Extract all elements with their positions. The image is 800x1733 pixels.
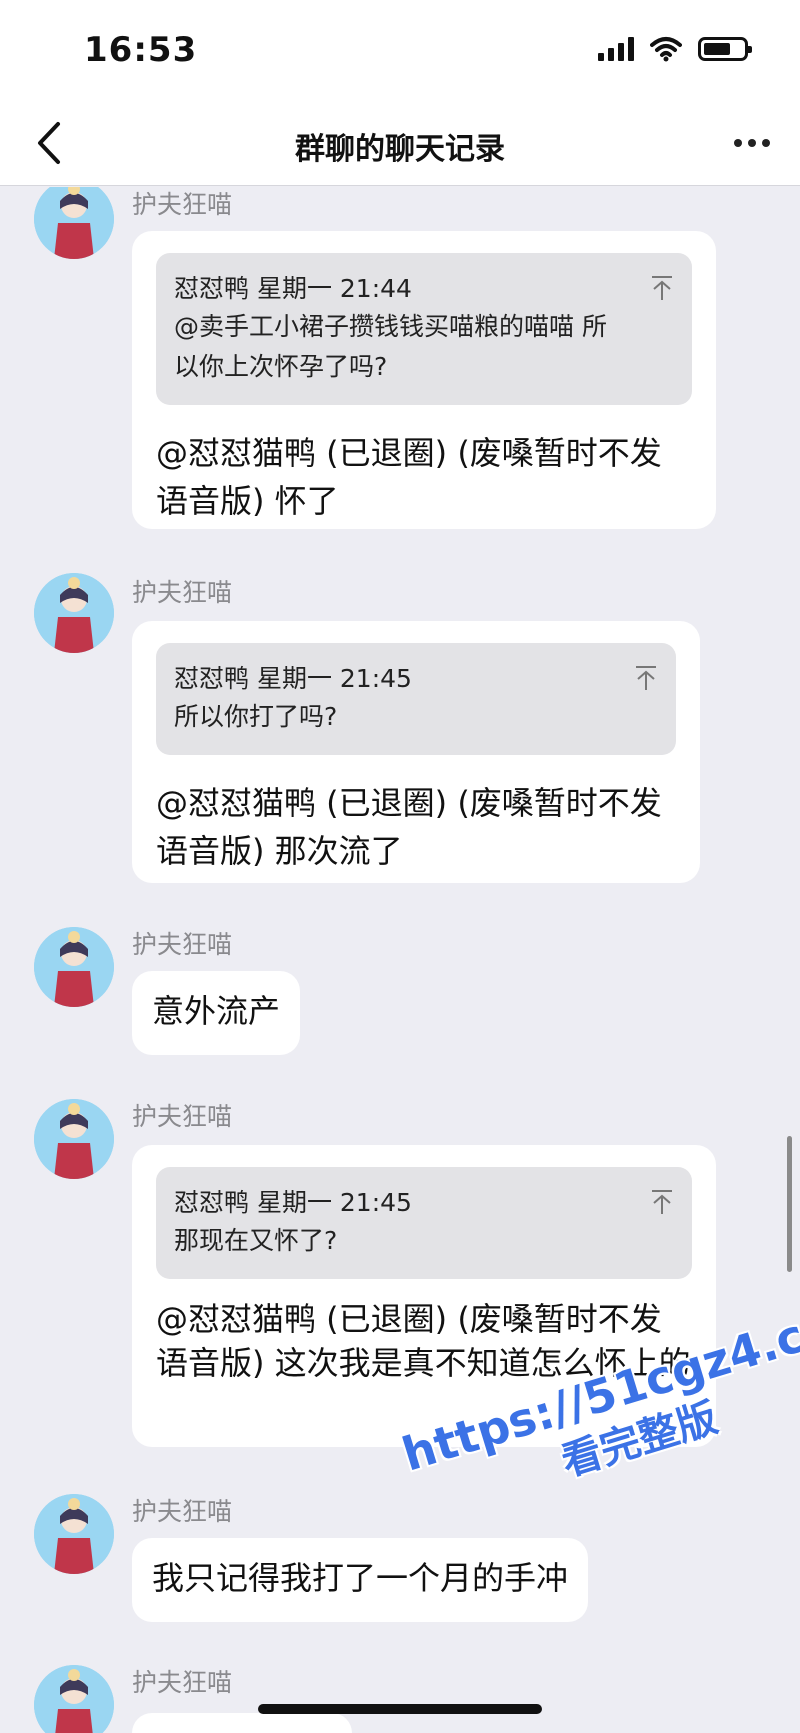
sender-name: 护夫狂喵 — [132, 190, 233, 219]
jump-to-top-icon[interactable] — [634, 665, 658, 691]
message-bubble[interactable] — [132, 1713, 352, 1733]
avatar[interactable] — [34, 1494, 114, 1574]
message-text: @怼怼猫鸭 (已退圈) (废嗓暂时不发语音版) 怀了 — [156, 434, 662, 520]
quote-meta: 怼怼鸭 星期一 21:45 — [174, 664, 412, 693]
status-time: 16:53 — [84, 30, 198, 70]
home-indicator[interactable] — [258, 1704, 542, 1714]
quote-meta: 怼怼鸭 星期一 21:45 — [174, 1188, 412, 1217]
nav-bar: 群聊的聊天记录 — [0, 100, 800, 186]
message-bubble[interactable]: 意外流产 — [132, 971, 301, 1055]
sender-name: 护夫狂喵 — [132, 1497, 233, 1526]
quoted-message[interactable]: 怼怼鸭 星期一 21:44 @卖手工小裙子攒钱钱买喵粮的喵喵 所以你上次怀孕了吗… — [156, 253, 692, 405]
signal-icon — [598, 37, 634, 61]
quote-text: @卖手工小裙子攒钱钱买喵粮的喵喵 所以你上次怀孕了吗? — [174, 312, 607, 381]
status-bar: 16:53 — [0, 0, 800, 100]
sender-name: 护夫狂喵 — [132, 930, 233, 959]
message-text: 意外流产 — [152, 992, 281, 1030]
page-title: 群聊的聊天记录 — [295, 132, 505, 167]
more-dot-icon — [734, 139, 742, 147]
scrollbar[interactable] — [787, 1136, 792, 1272]
avatar[interactable] — [34, 573, 114, 653]
more-options-button[interactable] — [730, 128, 774, 158]
quote-text: 那现在又怀了? — [174, 1226, 338, 1255]
quoted-message[interactable]: 怼怼鸭 星期一 21:45 所以你打了吗? — [156, 643, 676, 755]
sender-name: 护夫狂喵 — [132, 1102, 233, 1131]
more-dot-icon — [748, 139, 756, 147]
message-bubble[interactable]: 怼怼鸭 星期一 21:45 所以你打了吗? @怼怼猫鸭 (已退圈) (废嗓暂时不… — [132, 621, 700, 883]
avatar[interactable] — [34, 187, 114, 259]
quoted-message[interactable]: 怼怼鸭 星期一 21:45 那现在又怀了? — [156, 1167, 692, 1279]
avatar[interactable] — [34, 927, 114, 1007]
sender-name: 护夫狂喵 — [132, 1668, 233, 1697]
jump-to-top-icon[interactable] — [650, 275, 674, 301]
quote-meta: 怼怼鸭 星期一 21:44 — [174, 274, 412, 303]
avatar[interactable] — [34, 1099, 114, 1179]
avatar[interactable] — [34, 1665, 114, 1733]
quote-text: 所以你打了吗? — [174, 702, 338, 731]
message-text: @怼怼猫鸭 (已退圈) (废嗓暂时不发语音版) 那次流了 — [156, 784, 662, 870]
status-icons — [598, 36, 752, 62]
message-bubble[interactable]: 怼怼鸭 星期一 21:44 @卖手工小裙子攒钱钱买喵粮的喵喵 所以你上次怀孕了吗… — [132, 231, 716, 529]
battery-icon — [698, 37, 752, 61]
sender-name: 护夫狂喵 — [132, 578, 233, 607]
jump-to-top-icon[interactable] — [650, 1189, 674, 1215]
more-dot-icon — [762, 139, 770, 147]
wifi-icon — [650, 37, 682, 62]
